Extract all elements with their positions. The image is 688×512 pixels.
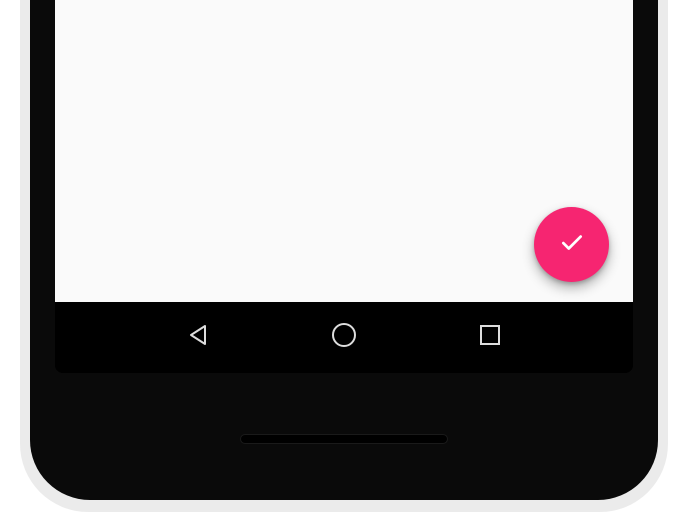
- phone-speaker: [240, 434, 448, 444]
- phone-frame: [30, 0, 658, 500]
- app-screen: [55, 0, 633, 302]
- back-triangle-icon: [187, 323, 209, 352]
- back-button[interactable]: [178, 318, 218, 358]
- recent-square-icon: [478, 323, 502, 352]
- home-circle-icon: [330, 321, 358, 354]
- android-nav-bar: [55, 302, 633, 373]
- recent-apps-button[interactable]: [470, 318, 510, 358]
- check-icon: [559, 229, 585, 260]
- confirm-fab-button[interactable]: [534, 207, 609, 282]
- home-button[interactable]: [324, 318, 364, 358]
- phone-screen-area: [55, 0, 633, 373]
